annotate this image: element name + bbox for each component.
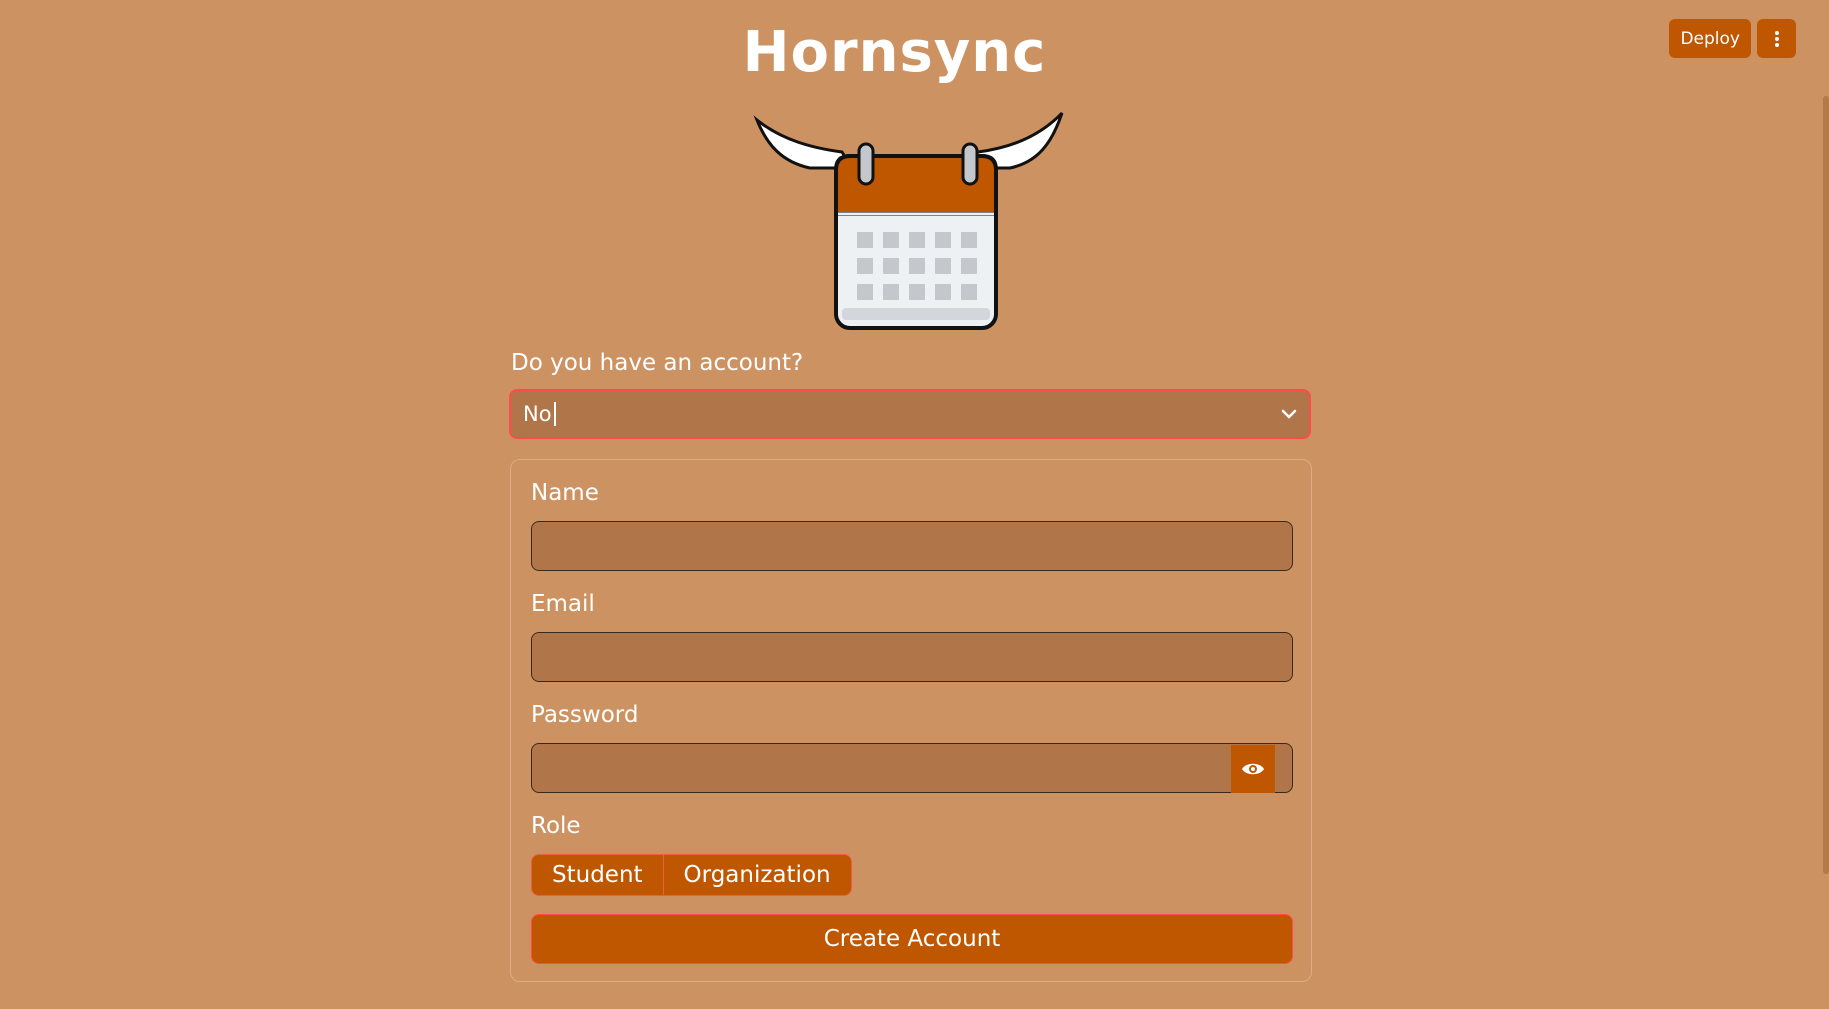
account-question-label: Do you have an account? xyxy=(511,350,804,376)
app-title: Hornsync xyxy=(742,20,1047,85)
eye-icon xyxy=(1242,763,1264,775)
page-scrollbar[interactable] xyxy=(1823,96,1829,874)
chevron-down-icon xyxy=(1281,406,1297,422)
email-input[interactable] xyxy=(531,632,1293,682)
create-account-button[interactable]: Create Account xyxy=(531,914,1293,964)
signup-form: Name Email Password Role Student Organiz… xyxy=(510,459,1312,982)
password-input[interactable] xyxy=(531,743,1293,793)
name-input[interactable] xyxy=(531,521,1293,571)
role-label: Role xyxy=(531,813,581,839)
name-label: Name xyxy=(531,480,599,506)
role-option-organization[interactable]: Organization xyxy=(662,855,851,895)
text-cursor xyxy=(553,402,556,426)
show-password-button[interactable] xyxy=(1231,745,1275,793)
role-segmented-control: Student Organization xyxy=(531,854,852,896)
account-select-value: No xyxy=(523,402,552,426)
email-label: Email xyxy=(531,591,595,617)
role-option-student[interactable]: Student xyxy=(532,855,663,895)
longhorn-calendar-icon xyxy=(753,111,1064,330)
password-label: Password xyxy=(531,702,639,728)
account-select[interactable]: No xyxy=(509,389,1311,439)
